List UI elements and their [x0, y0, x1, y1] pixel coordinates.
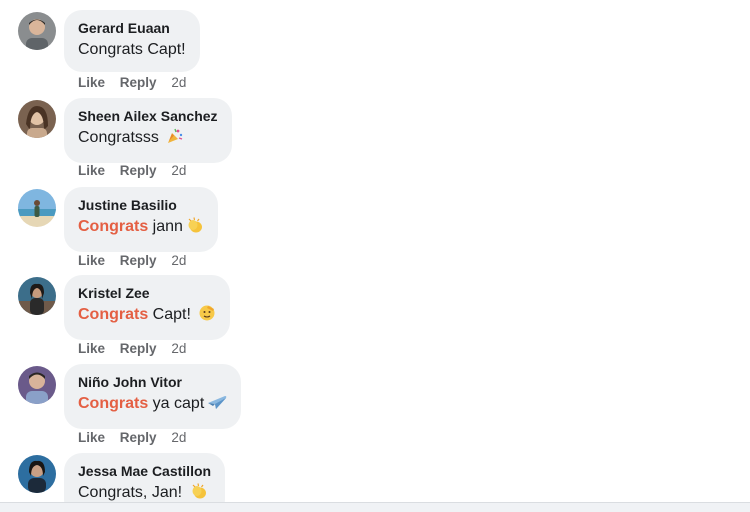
comment-timestamp[interactable]: 2d [171, 341, 186, 356]
comment-actions: Like Reply 2d [78, 429, 197, 447]
comment-highlight: Congrats [78, 218, 149, 235]
avatar[interactable] [18, 366, 56, 404]
reply-button[interactable]: Reply [120, 341, 157, 356]
airplane-icon [207, 393, 227, 419]
comment-body: Congrats, Jan! [78, 484, 187, 501]
comment-bubble: Gerard Euaan Congrats Capt! [64, 10, 200, 72]
comment-text: Congrats jann [78, 215, 204, 242]
comments-feed: Gerard Euaan Congrats Capt! Like Reply 2… [0, 0, 750, 512]
composer-divider [0, 502, 750, 512]
comment-bubble: Kristel Zee Congrats Capt! [64, 275, 231, 340]
comment-actions: Like Reply 2d [78, 162, 197, 180]
comment-actions: Like Reply 2d [78, 252, 197, 270]
comment-body: ya capt [148, 395, 205, 412]
comment-text: Congratsss [78, 126, 218, 153]
comment-timestamp[interactable]: 2d [171, 163, 186, 178]
comment-timestamp[interactable]: 2d [171, 430, 186, 445]
like-button[interactable]: Like [78, 75, 105, 90]
avatar[interactable] [18, 12, 56, 50]
party-popper-icon [166, 127, 184, 153]
like-button[interactable]: Like [78, 253, 105, 268]
like-button[interactable]: Like [78, 430, 105, 445]
comment-body: Capt! [148, 306, 196, 323]
avatar[interactable] [18, 455, 56, 493]
comment-author[interactable]: Kristel Zee [78, 284, 216, 303]
comment-timestamp[interactable]: 2d [171, 253, 186, 268]
comment-body: Congratsss [78, 129, 164, 146]
comment-text: Congrats Capt! [78, 303, 216, 330]
like-button[interactable]: Like [78, 163, 105, 178]
reply-button[interactable]: Reply [120, 75, 157, 90]
comment-text: Congrats Capt! [78, 38, 186, 62]
comment-author[interactable]: Gerard Euaan [78, 19, 186, 38]
comment-bubble: Justine Basilio Congrats jann [64, 187, 218, 252]
comment-text: Congrats ya capt [78, 392, 227, 419]
comment-highlight: Congrats [78, 395, 149, 412]
like-button[interactable]: Like [78, 341, 105, 356]
avatar[interactable] [18, 100, 56, 138]
comment-actions: Like Reply 2d [78, 340, 197, 358]
comment-body: Congrats Capt! [78, 41, 186, 58]
comment-author[interactable]: Sheen Ailex Sanchez [78, 107, 218, 126]
comment-bubble: Sheen Ailex Sanchez Congratsss [64, 98, 232, 163]
comment-timestamp[interactable]: 2d [171, 75, 186, 90]
reply-button[interactable]: Reply [120, 253, 157, 268]
reply-button[interactable]: Reply [120, 163, 157, 178]
comment-highlight: Congrats [78, 306, 149, 323]
comment-author[interactable]: Niño John Vitor [78, 373, 227, 392]
clapping-hands-icon [186, 216, 204, 242]
reply-button[interactable]: Reply [120, 430, 157, 445]
comment-body: jann [148, 218, 183, 235]
avatar[interactable] [18, 189, 56, 227]
saluting-face-icon [198, 304, 216, 330]
comment-author[interactable]: Justine Basilio [78, 196, 204, 215]
avatar[interactable] [18, 277, 56, 315]
comment-author[interactable]: Jessa Mae Castillon [78, 462, 211, 481]
comment-actions: Like Reply 2d [78, 74, 197, 92]
comment-bubble: Niño John Vitor Congrats ya capt [64, 364, 242, 429]
